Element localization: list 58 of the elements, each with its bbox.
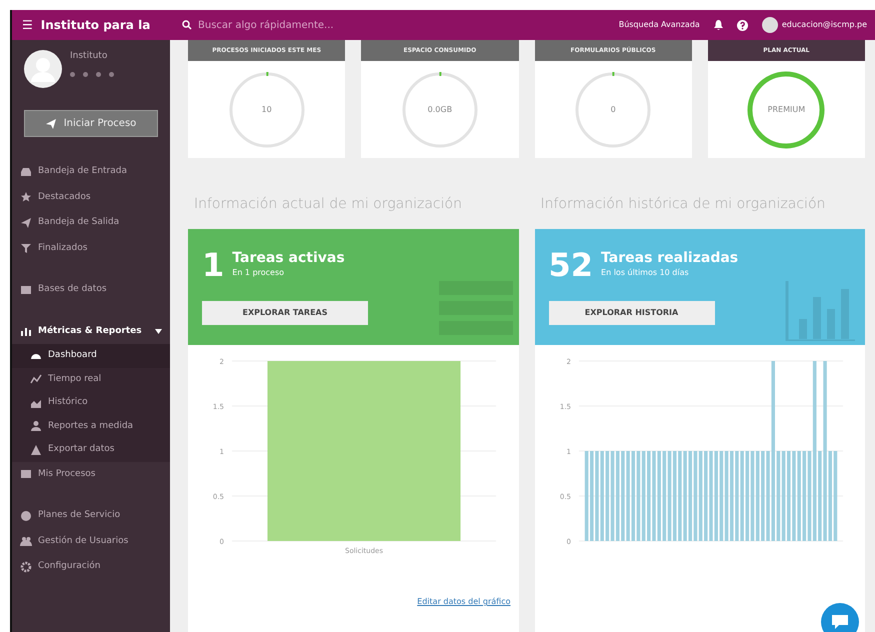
user-email[interactable]: educacion@iscmp.pe [782, 19, 867, 31]
sidebar-item[interactable]: Gestión de Usuarios [12, 528, 170, 554]
sidebar-item[interactable]: Mis Procesos [12, 462, 170, 487]
stat-value: PREMIUM [768, 104, 806, 116]
count: 52 [548, 249, 594, 281]
section-heading: Información actual de mi organización [194, 195, 463, 214]
sidebar-item[interactable]: Planes de Servicio [12, 503, 170, 528]
caret-icon [155, 328, 162, 334]
menu-icon[interactable]: ☰ [22, 16, 33, 34]
avatar-icon [762, 17, 778, 33]
start-process-button[interactable]: Iniciar Proceso [24, 110, 158, 137]
send-icon [46, 118, 56, 128]
sidebar-item[interactable]: Bases de datos [12, 277, 170, 302]
filter-icon [20, 242, 32, 254]
star-icon [20, 191, 32, 204]
card-title: Tareas realizadas [601, 251, 738, 267]
sidebar-item[interactable]: Destacados [12, 184, 170, 210]
card-title: Tareas activas [232, 251, 345, 267]
edit-chart-link[interactable]: Editar datos del gráfico [417, 597, 510, 606]
explore-button[interactable]: EXPLORAR TAREAS [202, 301, 368, 325]
sidebar-item[interactable]: Exportar datos [12, 438, 170, 462]
avatar-icon [24, 50, 62, 88]
search-field[interactable]: Buscar algo rápidamente... [196, 16, 396, 34]
count: 1 [202, 249, 224, 281]
person-icon [30, 420, 42, 432]
line-chart-icon [30, 373, 42, 386]
card-subtitle: En 1 proceso [232, 266, 286, 279]
stat-value: 0.0GB [428, 104, 452, 116]
send-icon [20, 216, 32, 229]
inbox-icon [20, 166, 32, 178]
search-icon [182, 20, 192, 30]
sidebar-item[interactable]: Bandeja de Salida [12, 210, 170, 236]
sidebar-item[interactable]: Métricas & Reportes [12, 318, 170, 344]
sidebar-item[interactable]: Configuración [12, 554, 170, 580]
sidebar-item[interactable]: Reportes a medida [12, 414, 170, 438]
warning-icon [30, 444, 42, 456]
help-icon [736, 20, 748, 30]
sidebar-item[interactable]: Bandeja de Entrada [12, 159, 170, 184]
sidebar-item[interactable]: Tiempo real [12, 368, 170, 391]
explore-button[interactable]: EXPLORAR HISTORIA [548, 301, 714, 325]
chat-icon [831, 614, 849, 630]
globe-icon [20, 510, 32, 522]
table-icon [20, 284, 32, 296]
stat-value: 0 [610, 104, 616, 116]
stat-value: 10 [262, 104, 272, 116]
advanced-search-link[interactable]: Búsqueda Avanzada [618, 19, 700, 31]
chart-icon [20, 325, 32, 338]
users-icon [20, 535, 32, 548]
sidebar-item[interactable]: Histórico [12, 391, 170, 414]
brand-name: Instituto para la [40, 17, 150, 34]
bell-icon [714, 20, 723, 30]
profile-name: Instituto [70, 50, 108, 63]
section-heading: Información histórica de mi organización [540, 195, 826, 214]
table-icon [20, 468, 32, 480]
gear-icon [20, 560, 32, 573]
sidebar-item[interactable]: Dashboard [12, 344, 170, 368]
sidebar-item[interactable]: Finalizados [12, 236, 170, 261]
card-subtitle: En los últimos 10 días [601, 266, 690, 279]
